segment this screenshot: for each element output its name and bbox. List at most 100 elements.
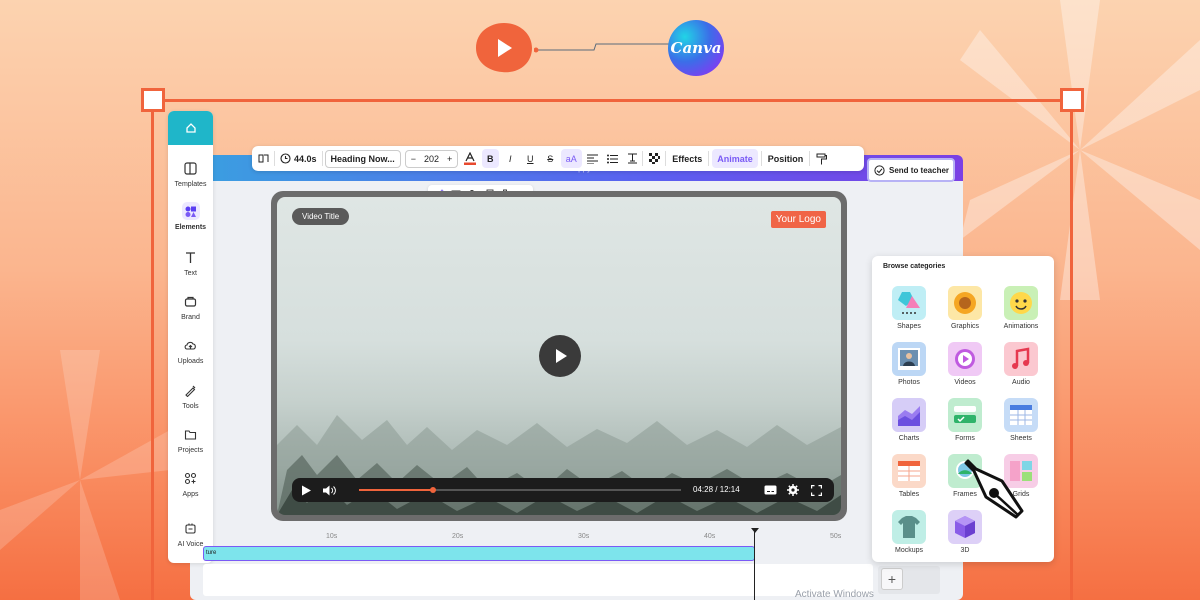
position-button[interactable]: Position: [762, 146, 810, 171]
volume-button[interactable]: [322, 483, 336, 497]
mockups-icon: [892, 510, 926, 544]
sidebar-item-text[interactable]: Text: [168, 248, 213, 277]
timeline-playhead[interactable]: [754, 531, 755, 600]
videos-icon: [948, 342, 982, 376]
elements-icon: [181, 202, 200, 220]
text-color-button[interactable]: [460, 146, 480, 171]
sidebar-item-label: Uploads: [177, 358, 204, 365]
category-mockups[interactable]: Mockups: [884, 510, 934, 554]
italic-button[interactable]: I: [500, 146, 520, 171]
video-canvas[interactable]: Video Title Your Logo 04:28 / 12:14: [277, 197, 841, 515]
ai-voice-icon: [182, 519, 200, 537]
align-button[interactable]: [582, 146, 602, 171]
category-forms[interactable]: Forms: [940, 398, 990, 442]
sidebar-item-uploads[interactable]: Uploads: [168, 336, 213, 365]
home-icon: [185, 123, 196, 133]
your-logo-badge[interactable]: Your Logo: [770, 211, 826, 228]
sidebar-item-tools[interactable]: Tools: [168, 381, 213, 410]
category-shapes[interactable]: Shapes: [884, 286, 934, 330]
animations-icon: [1004, 286, 1038, 320]
resize-handle-top-right[interactable]: [1060, 88, 1084, 112]
category-label: Mockups: [894, 547, 923, 554]
tools-icon: [182, 381, 200, 399]
animate-label: Animate: [712, 149, 758, 168]
charts-icon: [892, 398, 926, 432]
send-to-teacher-label: Send to teacher: [889, 165, 950, 175]
apps-icon: [182, 469, 200, 487]
category-tables[interactable]: Tables: [884, 454, 934, 498]
font-size-increase[interactable]: +: [447, 154, 452, 164]
playback-time: 04:28 / 12:14: [693, 485, 740, 494]
underline-button[interactable]: U: [520, 146, 540, 171]
video-title-badge[interactable]: Video Title: [292, 208, 350, 225]
sidebar-item-elements[interactable]: Elements: [168, 202, 213, 231]
timeline-clip[interactable]: ture: [203, 546, 755, 561]
play-pause-button[interactable]: [299, 483, 313, 497]
sidebar-item-templates[interactable]: Templates: [168, 159, 213, 188]
playhead-marker-icon[interactable]: [751, 528, 759, 533]
sidebar-item-label: Elements: [174, 224, 207, 231]
category-charts[interactable]: Charts: [884, 398, 934, 442]
position-label: Position: [767, 153, 804, 164]
italic-label: I: [509, 153, 512, 164]
flip-button[interactable]: [252, 146, 274, 171]
font-family-select[interactable]: Heading Now...: [324, 149, 401, 168]
sidebar-item-apps[interactable]: Apps: [168, 469, 213, 498]
timeline-tick: 50s: [830, 533, 842, 540]
letter-case-button[interactable]: aA: [560, 146, 582, 171]
category-label: Photos: [898, 379, 920, 386]
home-button[interactable]: [168, 111, 213, 145]
selection-frame-right: [1070, 101, 1073, 600]
category-animations[interactable]: Animations: [996, 286, 1046, 330]
check-circle-icon: [874, 164, 885, 176]
text-toolbar: 44.0s Heading Now... − 202 + B I U S aA …: [252, 146, 864, 171]
resize-handle-top-left[interactable]: [141, 88, 165, 112]
timeline-clip-label: ture: [206, 550, 217, 556]
spacing-button[interactable]: [622, 146, 642, 171]
sidebar-item-projects[interactable]: Projects: [168, 425, 213, 454]
forms-icon: [948, 398, 982, 432]
selection-frame-top: [153, 99, 1073, 102]
font-size-value[interactable]: 202: [424, 154, 439, 164]
category-graphics[interactable]: Graphics: [940, 286, 990, 330]
underline-label: U: [527, 153, 534, 164]
play-icon: [556, 349, 567, 363]
transparency-button[interactable]: [643, 146, 665, 171]
format-painter-button[interactable]: [810, 146, 832, 171]
category-audio[interactable]: Audio: [996, 342, 1046, 386]
category-label: Shapes: [897, 323, 921, 330]
timeline-empty-track[interactable]: [203, 564, 873, 596]
strikethrough-button[interactable]: S: [540, 146, 560, 171]
category-sheets[interactable]: Sheets: [996, 398, 1046, 442]
add-track-button[interactable]: +: [881, 568, 903, 590]
effects-button[interactable]: Effects: [666, 146, 708, 171]
photos-icon: [892, 342, 926, 376]
progress-track[interactable]: [359, 487, 681, 493]
fullscreen-icon: [810, 484, 822, 496]
settings-button[interactable]: [786, 483, 800, 497]
effects-label: Effects: [672, 153, 703, 164]
bold-button[interactable]: B: [480, 146, 500, 171]
play-button-large[interactable]: [539, 335, 581, 377]
duration-button[interactable]: 44.0s: [275, 146, 322, 171]
font-size-decrease[interactable]: −: [411, 154, 416, 164]
list-button[interactable]: [602, 146, 622, 171]
sidebar-item-label: Tools: [182, 403, 199, 410]
captions-button[interactable]: [763, 483, 777, 497]
bullet-list-icon: [606, 154, 618, 163]
canva-logo: Canva: [668, 20, 724, 76]
category-photos[interactable]: Photos: [884, 342, 934, 386]
spacing-icon: [627, 153, 637, 164]
fullscreen-button[interactable]: [809, 483, 823, 497]
progress-fill: [359, 489, 434, 491]
category-label: Sheets: [1010, 435, 1032, 442]
category-videos[interactable]: Videos: [940, 342, 990, 386]
sidebar-item-brand[interactable]: Brand: [168, 292, 213, 321]
font-size-stepper[interactable]: − 202 +: [404, 149, 459, 168]
play-icon: [301, 485, 311, 495]
timeline-tick: 40s: [704, 533, 716, 540]
progress-knob[interactable]: [430, 487, 437, 493]
animate-button[interactable]: Animate: [709, 146, 761, 171]
send-to-teacher-button[interactable]: Send to teacher: [867, 158, 955, 182]
sheets-icon: [1004, 398, 1038, 432]
